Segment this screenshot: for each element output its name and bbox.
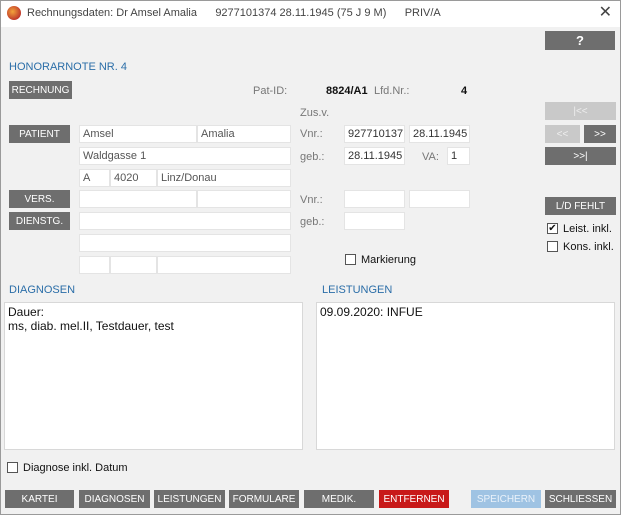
leist-inkl-checkbox[interactable]: ✔ xyxy=(547,223,558,234)
surname-field[interactable]: Amsel xyxy=(79,125,197,143)
kartei-button[interactable]: KARTEI xyxy=(5,490,74,508)
country-field[interactable]: A xyxy=(79,169,110,187)
leist-inkl-label: Leist. inkl. xyxy=(563,223,612,235)
leistungen-line: 09.09.2020: INFUE xyxy=(320,305,423,319)
markierung-label: Markierung xyxy=(361,254,417,266)
diagnose-inkl-datum-checkbox[interactable] xyxy=(7,462,18,473)
pat-id-value: 8824/A1 xyxy=(326,85,368,97)
patient-button[interactable]: PATIENT xyxy=(9,125,70,143)
vnr-label: Vnr.: xyxy=(300,128,323,140)
honorarnote-title: HONORARNOTE NR. 4 xyxy=(9,61,127,73)
diagnose-inkl-datum-label: Diagnose inkl. Datum xyxy=(23,462,128,474)
diagnosen-heading: DIAGNOSEN xyxy=(9,284,76,296)
dienstg-street-field[interactable] xyxy=(79,234,291,252)
title-bar: Rechnungsdaten: Dr Amsel Amalia 92771013… xyxy=(1,1,620,27)
leistungen-textarea[interactable]: 09.09.2020: INFUE xyxy=(316,302,615,450)
diagnosen-line: ms, diab. mel.II, Testdauer, test xyxy=(8,319,174,333)
vers-vnr-field[interactable] xyxy=(344,190,405,208)
lfd-nr-value: 4 xyxy=(461,85,468,97)
markierung-checkbox[interactable] xyxy=(345,254,356,265)
dienstg-country-field[interactable] xyxy=(79,256,110,274)
diagnosen-textarea[interactable]: Dauer: ms, diab. mel.II, Testdauer, test xyxy=(4,302,303,450)
city-field[interactable]: Linz/Donau xyxy=(157,169,291,187)
vers-geb-field[interactable] xyxy=(344,212,405,230)
vers-firstname-field[interactable] xyxy=(197,190,291,208)
app-logo-icon xyxy=(7,6,21,20)
vers-button[interactable]: VERS. xyxy=(9,190,70,208)
geb-label: geb.: xyxy=(300,151,325,163)
leistungen-heading: LEISTUNGEN xyxy=(322,284,393,296)
geb-field[interactable]: 28.11.1945 xyxy=(344,147,405,165)
lfd-nr-label: Lfd.Nr.: xyxy=(374,85,410,97)
kons-inkl-checkbox[interactable] xyxy=(547,241,558,252)
vers-geb-label: geb.: xyxy=(300,216,325,228)
diagnosen-button[interactable]: DIAGNOSEN xyxy=(79,490,150,508)
last-record-button[interactable]: >>| xyxy=(545,147,616,165)
next-record-button[interactable]: >> xyxy=(584,125,616,143)
schliessen-button[interactable]: SCHLIESSEN xyxy=(545,490,616,508)
entfernen-button[interactable]: ENTFERNEN xyxy=(379,490,449,508)
pat-id-label: Pat-ID: xyxy=(253,85,288,97)
diagnosen-line: Dauer: xyxy=(8,305,45,319)
window-title: Rechnungsdaten: Dr Amsel Amalia 92771013… xyxy=(27,7,441,19)
dienstg-zip-field[interactable] xyxy=(110,256,157,274)
leistungen-button[interactable]: LEISTUNGEN xyxy=(154,490,225,508)
firstname-field[interactable]: Amalia xyxy=(197,125,291,143)
vnr-field[interactable]: 927710137 xyxy=(344,125,405,143)
close-icon[interactable]: ✕ xyxy=(599,4,612,22)
speichern-button[interactable]: SPEICHERN xyxy=(471,490,541,508)
vers-vnr-label: Vnr.: xyxy=(300,194,323,206)
vers-vnr-date-field[interactable] xyxy=(409,190,470,208)
va-field[interactable]: 1 xyxy=(447,147,470,165)
dienstg-city-field[interactable] xyxy=(157,256,291,274)
zip-field[interactable]: 4020 xyxy=(110,169,157,187)
zusv-label: Zus.v. xyxy=(300,107,330,119)
kons-inkl-label: Kons. inkl. xyxy=(563,241,614,253)
first-record-button[interactable]: |<< xyxy=(545,102,616,120)
ld-fehlt-button[interactable]: L/D FEHLT xyxy=(545,197,616,215)
help-button[interactable]: ? xyxy=(545,31,615,50)
dienstg-button[interactable]: DIENSTG. xyxy=(9,212,70,230)
va-label: VA: xyxy=(422,151,439,163)
formulare-button[interactable]: FORMULARE xyxy=(229,490,299,508)
dienstg-field[interactable] xyxy=(79,212,291,230)
street-field[interactable]: Waldgasse 1 xyxy=(79,147,291,165)
vnr-date-field[interactable]: 28.11.1945 xyxy=(409,125,470,143)
medik-button[interactable]: MEDIK. xyxy=(304,490,374,508)
rechnung-button[interactable]: RECHNUNG xyxy=(9,81,72,99)
prev-record-button[interactable]: << xyxy=(545,125,580,143)
dialog-window: Rechnungsdaten: Dr Amsel Amalia 92771013… xyxy=(0,0,621,515)
vers-name-field[interactable] xyxy=(79,190,197,208)
